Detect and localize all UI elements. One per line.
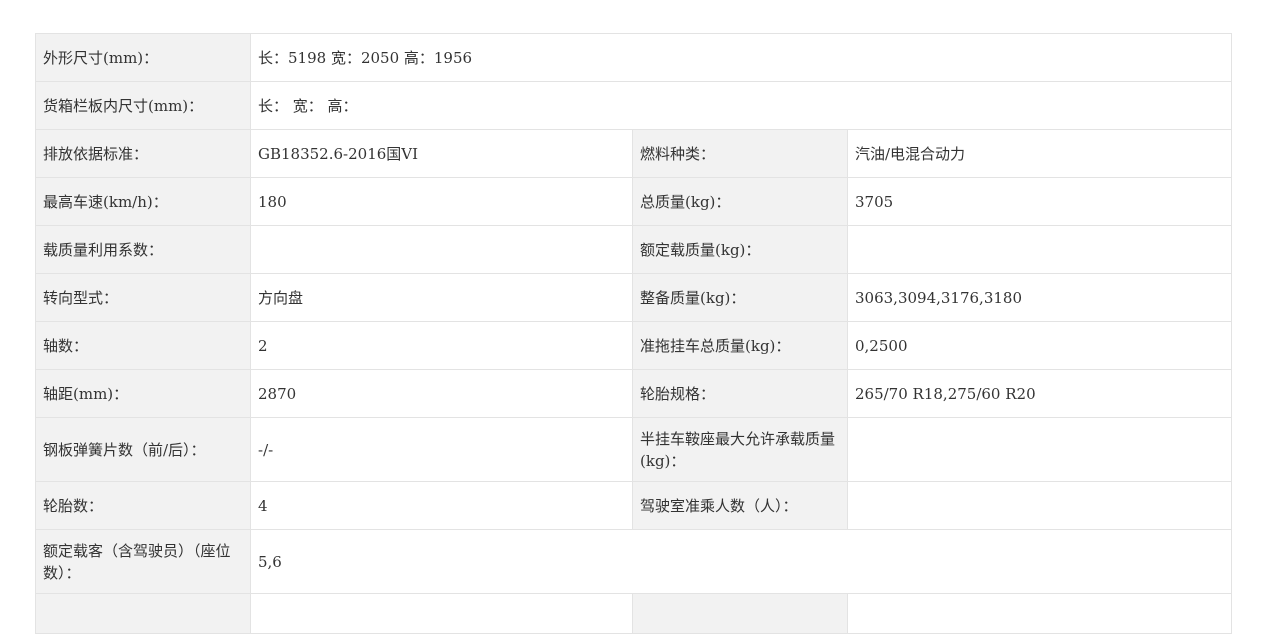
- table-row-dimensions: 外形尺寸(mm)： 长：5198 宽：2050 高：1956: [35, 33, 1233, 82]
- table-row: 排放依据标准： GB18352.6-2016国VI 燃料种类： 汽油/电混合动力: [35, 129, 1233, 178]
- value-axle-count: 2: [250, 321, 633, 370]
- value-load-coefficient: [250, 225, 633, 274]
- table-row: 额定载客（含驾驶员）（座位数）： 5,6: [35, 529, 1233, 594]
- label-dimensions: 外形尺寸(mm)：: [35, 33, 251, 82]
- value-max-speed: 180: [250, 177, 633, 226]
- value-steering: 方向盘: [250, 273, 633, 322]
- label-cab-passengers: 驾驶室准乘人数（人）：: [632, 481, 848, 530]
- label-emission-standard: 排放依据标准：: [35, 129, 251, 178]
- value-leaf-springs: -/-: [250, 417, 633, 482]
- value-cab-passengers: [846, 481, 1233, 530]
- value-rated-load: [846, 225, 1233, 274]
- table-row: 轴距(mm)： 2870 轮胎规格： 265/70 R18,275/60 R20: [35, 369, 1233, 418]
- label-rated-passengers: 额定载客（含驾驶员）（座位数）：: [35, 529, 251, 594]
- label-cargo-box: 货箱栏板内尺寸(mm)：: [35, 81, 251, 130]
- value-curb-mass: 3063,3094,3176,3180: [846, 273, 1233, 322]
- table-row: 最高车速(km/h)： 180 总质量(kg)： 3705: [35, 177, 1233, 226]
- vehicle-spec-table: 外形尺寸(mm)： 长：5198 宽：2050 高：1956 货箱栏板内尺寸(m…: [35, 33, 1233, 634]
- label-total-mass: 总质量(kg)：: [632, 177, 848, 226]
- value-tire-count: 4: [250, 481, 633, 530]
- table-row: [35, 593, 1233, 634]
- value-tire-spec: 265/70 R18,275/60 R20: [846, 369, 1233, 418]
- label-saddle-load: 半挂车鞍座最大允许承载质量(kg)：: [632, 417, 848, 482]
- label-max-speed: 最高车速(km/h)：: [35, 177, 251, 226]
- label-curb-mass: 整备质量(kg)：: [632, 273, 848, 322]
- table-row: 轮胎数： 4 驾驶室准乘人数（人）：: [35, 481, 1233, 530]
- label-axle-count: 轴数：: [35, 321, 251, 370]
- empty-cell: [632, 593, 848, 634]
- table-row: 轴数： 2 准拖挂车总质量(kg)： 0,2500: [35, 321, 1233, 370]
- label-wheelbase: 轴距(mm)：: [35, 369, 251, 418]
- empty-cell: [35, 593, 251, 634]
- label-load-coefficient: 载质量利用系数：: [35, 225, 251, 274]
- label-rated-load: 额定载质量(kg)：: [632, 225, 848, 274]
- label-fuel-type: 燃料种类：: [632, 129, 848, 178]
- table-row: 钢板弹簧片数（前/后）： -/- 半挂车鞍座最大允许承载质量(kg)：: [35, 417, 1233, 482]
- value-trailer-mass: 0,2500: [846, 321, 1233, 370]
- value-rated-passengers: 5,6: [249, 529, 1233, 594]
- label-tire-spec: 轮胎规格：: [632, 369, 848, 418]
- empty-cell: [250, 593, 633, 634]
- table-row-cargo-box: 货箱栏板内尺寸(mm)： 长： 宽： 高：: [35, 81, 1233, 130]
- label-steering: 转向型式：: [35, 273, 251, 322]
- value-fuel-type: 汽油/电混合动力: [846, 129, 1233, 178]
- table-row: 转向型式： 方向盘 整备质量(kg)： 3063,3094,3176,3180: [35, 273, 1233, 322]
- value-cargo-box: 长： 宽： 高：: [249, 81, 1233, 130]
- empty-cell: [846, 593, 1233, 634]
- value-wheelbase: 2870: [250, 369, 633, 418]
- value-dimensions: 长：5198 宽：2050 高：1956: [249, 33, 1233, 82]
- label-leaf-springs: 钢板弹簧片数（前/后）：: [35, 417, 251, 482]
- table-row: 载质量利用系数： 额定载质量(kg)：: [35, 225, 1233, 274]
- value-emission-standard: GB18352.6-2016国VI: [250, 129, 633, 178]
- label-trailer-mass: 准拖挂车总质量(kg)：: [632, 321, 848, 370]
- value-saddle-load: [846, 417, 1233, 482]
- label-tire-count: 轮胎数：: [35, 481, 251, 530]
- value-total-mass: 3705: [846, 177, 1233, 226]
